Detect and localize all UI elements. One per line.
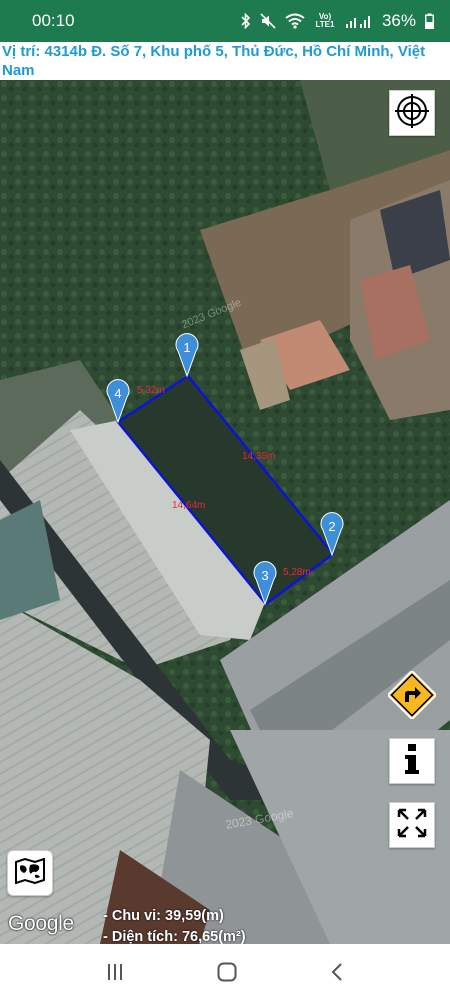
home-icon[interactable] [217,962,237,982]
wifi-icon [285,13,305,29]
satellite-map[interactable]: 2023 Google 2023 Google 5,32m 14,35m 5,2… [0,80,450,944]
bluetooth-icon [241,13,251,29]
fullscreen-icon [397,808,427,843]
edge-label: 14,64m [172,500,205,511]
edge-label: 5,28m [283,567,311,578]
status-icons: Vo) LTE1 36% [241,11,434,31]
directions-button[interactable] [386,669,438,720]
edge-label: 14,35m [242,451,275,462]
svg-text:3: 3 [261,568,268,583]
perimeter-text: - Chu vi: 39,59(m) [103,908,224,924]
svg-text:1: 1 [183,340,190,355]
info-icon [402,743,422,780]
map-type-icon [15,857,45,889]
measurement-overlay: 5,32m 14,35m 5,28m 14,64m 1 2 3 4 [106,333,344,606]
svg-text:2: 2 [328,519,335,534]
system-nav-bar [0,944,450,1000]
area-text: - Diện tích: 76,65(m²) [103,929,246,944]
back-icon[interactable] [330,962,344,982]
measurement-stats: - Chu vi: 39,59(m) - Diện tích: 76,65(m²… [103,906,246,944]
location-address: Vị trí: 4314b Đ. Số 7, Khu phố 5, Thủ Đứ… [0,42,450,80]
fullscreen-button[interactable] [389,802,435,848]
crosshair-icon [394,93,430,134]
map-type-button[interactable] [7,850,53,896]
battery-icon [425,13,434,29]
signal-icon [345,13,373,29]
directions-sign-icon [386,669,438,724]
svg-text:4: 4 [114,386,121,401]
mute-icon [260,13,276,29]
info-button[interactable] [389,738,435,784]
edge-label: 5,32m [137,385,165,396]
google-attribution: Google [8,912,74,935]
map-marker[interactable]: 1 [175,333,199,378]
status-bar: 00:10 Vo) LTE1 36% [0,0,450,42]
recent-apps-icon[interactable] [106,963,124,981]
volte-icon: Vo) LTE1 [315,12,335,29]
status-time: 00:10 [32,11,75,30]
map-marker[interactable]: 2 [320,512,344,557]
my-location-button[interactable] [389,90,435,136]
battery-percent: 36% [381,11,416,30]
